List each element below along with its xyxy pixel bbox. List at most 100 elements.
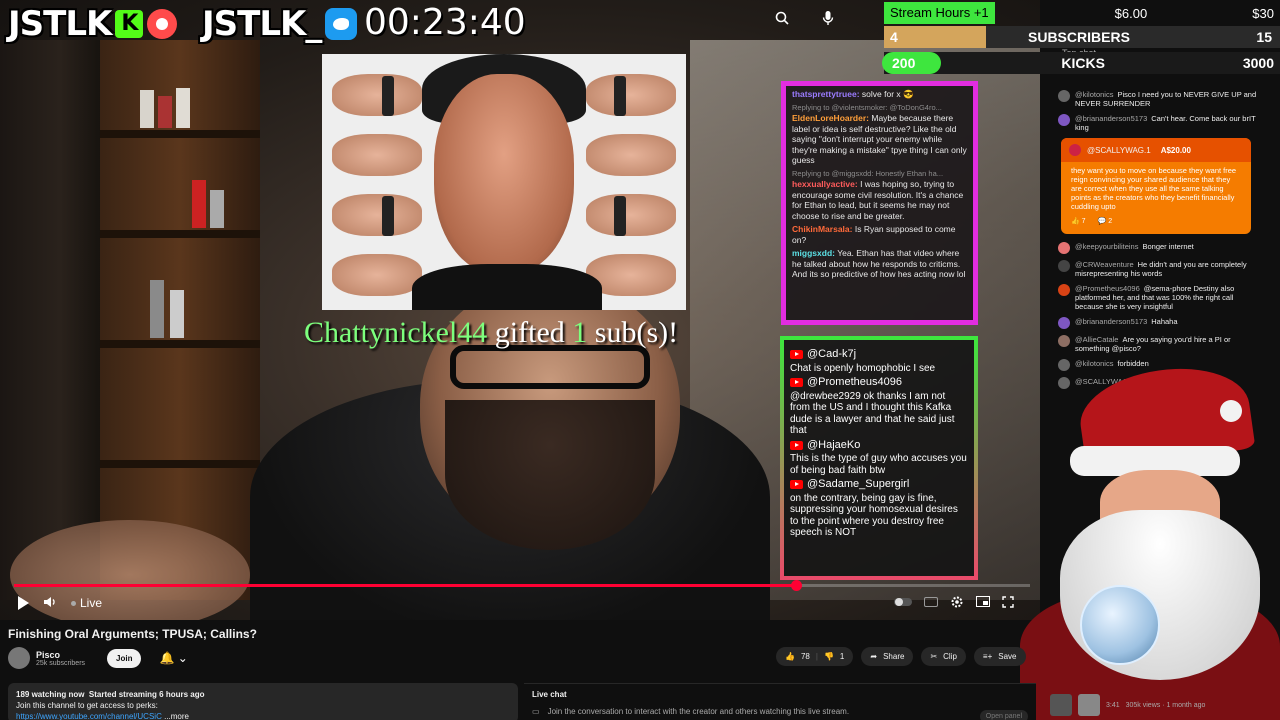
- gift-count: 1: [572, 316, 588, 349]
- like-dislike-button[interactable]: 👍 78 | 👎 1: [776, 647, 854, 666]
- miniplayer-icon[interactable]: [976, 596, 990, 610]
- overlay-chat-tiktok: thatsprettytruee: solve for x 😎 Replying…: [781, 81, 978, 325]
- overlay-chat2-user: @Sadame_Supergirl: [790, 478, 968, 491]
- kicks-goal: 200 KICKS 3000: [882, 52, 1280, 74]
- chat-message: @AllieCatale Are you saying you'd hire a …: [1058, 335, 1258, 353]
- overlay-chat2-text: @drewbee2929 ok thanks I am not from the…: [790, 390, 955, 437]
- superchat-replies[interactable]: 💬 2: [1098, 217, 1113, 226]
- play-icon[interactable]: [18, 596, 29, 610]
- share-button[interactable]: ➦ Share: [861, 647, 914, 666]
- fullscreen-icon[interactable]: [1002, 595, 1014, 611]
- video-actions: 👍 78 | 👎 1 ➦ Share ✂ Clip ≡+ Save: [776, 647, 1026, 666]
- overlay-chat1-msg: miggsxdd: Yea. Ethan has that video wher…: [792, 248, 966, 279]
- superchat-amount: A$20.00: [1160, 145, 1191, 155]
- santa-overlay-image: [1020, 358, 1280, 720]
- join-button[interactable]: Join: [107, 648, 142, 668]
- top-icons: [768, 6, 842, 30]
- overlay-chat1-msg: Replying to @violentsmoker: @ToDonG4ro..…: [792, 102, 967, 166]
- channel-avatar[interactable]: [8, 647, 30, 669]
- chat-message: @briananderson5173 Can't hear. Come back …: [1058, 114, 1258, 132]
- gift-sub-alert: Chattynickel44 gifted 1 sub(s)!: [304, 316, 678, 350]
- thumbs-down-icon[interactable]: 👎: [824, 652, 834, 661]
- related-thumbnail[interactable]: [1050, 694, 1072, 716]
- avatar: [1058, 335, 1070, 347]
- scissors-icon: ✂: [930, 652, 938, 661]
- subscribers-target: 15: [1256, 29, 1272, 45]
- chat-message: @Prometheus4096 @sema-phore Destiny also …: [1058, 284, 1258, 311]
- chat-message: @CRWeaventure He didn't and you are compl…: [1058, 260, 1258, 278]
- gift-user: Chattynickel44: [304, 316, 488, 349]
- subtitles-icon[interactable]: [924, 596, 938, 610]
- avatar: [1058, 284, 1070, 296]
- avatar: [1058, 317, 1070, 329]
- background-bookshelf: [100, 40, 260, 600]
- avatar: [1058, 114, 1070, 126]
- settings-gear-icon[interactable]: [950, 595, 964, 612]
- kick-icon: K: [115, 10, 144, 38]
- kicks-target: 3000: [1242, 55, 1274, 71]
- more-link[interactable]: ...more: [164, 712, 189, 720]
- live-indicator[interactable]: Live: [71, 596, 102, 610]
- channel-name[interactable]: Pisco: [36, 650, 85, 660]
- snow-globe: [1080, 585, 1160, 665]
- progress-fill: [14, 584, 797, 587]
- stream-timer: 00:23:40: [364, 2, 526, 43]
- goals-widget: Stream Hours +1 $6.00 $30 4 SUBSCRIBERS …: [882, 0, 1280, 80]
- superchat: @SCALLYWAG.1 A$20.00 they want you to mov…: [1061, 138, 1251, 234]
- open-panel-button[interactable]: Open panel: [979, 710, 1028, 720]
- live-chat-title: Live chat: [532, 690, 567, 699]
- avatar: [1069, 144, 1081, 156]
- autoplay-toggle-icon[interactable]: [894, 596, 912, 610]
- stream-page: Chattynickel44 gifted 1 sub(s)! thatspre…: [0, 0, 1280, 720]
- video-player[interactable]: Chattynickel44 gifted 1 sub(s)! thatspre…: [0, 0, 1040, 620]
- subscribers-label: SUBSCRIBERS: [1028, 29, 1130, 45]
- channel-row: Pisco 25k subscribers Join 🔔 ⌄: [8, 646, 188, 670]
- kicks-current: 200: [882, 52, 942, 74]
- live-chat-prompt: Join the conversation to interact with t…: [547, 707, 850, 716]
- overlay-chat1-msg: thatsprettytruee: solve for x 😎: [792, 89, 914, 99]
- superchat-user: @SCALLYWAG.1: [1087, 145, 1151, 155]
- gift-suffix: sub(s)!: [594, 316, 679, 349]
- overlay-chat2-text: Chat is openly homophobic I see: [790, 362, 936, 374]
- related-thumbnail[interactable]: [1078, 694, 1100, 716]
- description-box[interactable]: 189 watching now Started streaming 6 hou…: [8, 683, 518, 720]
- overlay-chat2-text: This is the type of guy who accuses you …: [790, 453, 967, 476]
- player-controls-left: Live: [18, 592, 102, 614]
- money-target: $30: [1252, 5, 1274, 21]
- related-meta: 305k views · 1 month ago: [1125, 701, 1206, 709]
- player-controls-right: [894, 592, 1014, 614]
- chat-message: @keepyourbiliteins Bonger internet: [1058, 242, 1258, 254]
- thumbs-up-icon[interactable]: 👍: [785, 652, 795, 661]
- bell-icon[interactable]: 🔔 ⌄: [159, 651, 187, 665]
- microphone-icon[interactable]: [814, 6, 842, 30]
- chat-bubble-icon: ▭: [532, 707, 540, 716]
- live-chat-section: Live chat ▭ Join the conversation to inte…: [524, 683, 1036, 720]
- background-curtain: [0, 40, 100, 600]
- meme-image: [322, 54, 686, 310]
- avatar: [1058, 242, 1070, 254]
- search-icon[interactable]: [768, 6, 796, 30]
- related-duration: 3:41: [1106, 701, 1120, 709]
- related-video[interactable]: 3:41 305k views · 1 month ago: [1050, 694, 1205, 716]
- overlay-chat-youtube: @Cad-k7j Chat is openly homophobic I see…: [780, 336, 978, 580]
- share-icon: ➦: [870, 652, 878, 661]
- save-button[interactable]: ≡+ Save: [973, 647, 1026, 666]
- perks-text: Join this channel to get access to perks…: [16, 701, 158, 710]
- brand-logo-kick: JSTLK K: [8, 4, 178, 44]
- money-current: $6.00: [1114, 5, 1148, 21]
- subscriber-count: 25k subscribers: [36, 659, 86, 667]
- channel-link[interactable]: https://www.youtube.com/channel/UCSiC: [16, 712, 162, 720]
- streamer-glasses: [450, 345, 650, 389]
- chat-list: @kilotonics Pisco I need you to NEVER GIV…: [1058, 90, 1258, 395]
- superchat-likes[interactable]: 👍 7: [1071, 217, 1086, 226]
- overlay-chat2-user: @HajaeKo: [790, 439, 968, 452]
- volume-icon[interactable]: [43, 595, 57, 612]
- stream-hours-goal: Stream Hours +1 $6.00 $30: [884, 2, 1280, 24]
- clip-button[interactable]: ✂ Clip: [921, 647, 966, 666]
- chat-message: @briananderson5173 Hahaha: [1058, 317, 1258, 329]
- youtube-icon: [790, 440, 803, 450]
- progress-bar[interactable]: [14, 580, 1030, 591]
- overlay-chat2-text: on the contrary, being gay is fine, supp…: [790, 492, 958, 539]
- gift-word: gifted: [494, 316, 565, 349]
- youtube-icon: [790, 350, 803, 360]
